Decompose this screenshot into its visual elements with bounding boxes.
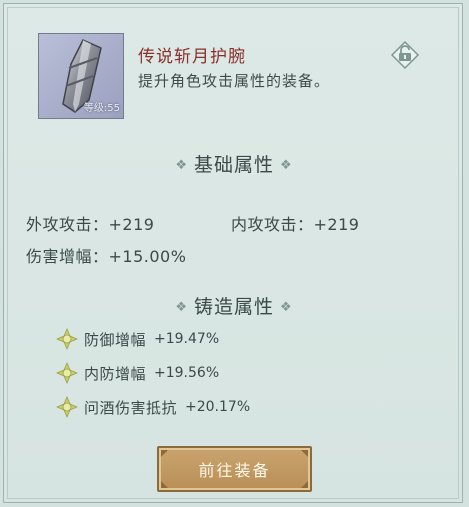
forge-stat-value: +19.47% bbox=[154, 331, 220, 347]
item-name: 传说斩月护腕 bbox=[138, 47, 246, 67]
forge-stat-label: 内防增幅 bbox=[84, 364, 147, 383]
basic-attributes-title: ❖ 基础属性 ❖ bbox=[175, 154, 293, 176]
item-description: 提升角色攻击属性的装备。 bbox=[138, 72, 331, 90]
diamond-ornament-icon: ❖ bbox=[175, 158, 188, 173]
forge-stat-label: 问酒伤害抵抗 bbox=[84, 398, 178, 417]
corner-ornament-icon bbox=[161, 481, 168, 488]
forge-stat-value: +20.17% bbox=[185, 399, 251, 415]
item-tooltip-panel: 等级:55 传说斩月护腕 提升角色攻击属性的装备。 ❖ 基础属性 ❖ 外攻攻击：+2… bbox=[3, 3, 463, 503]
forge-stat-label: 防御增幅 bbox=[84, 330, 147, 349]
forge-stat-row: 问酒伤害抵抗 +20.17% bbox=[56, 395, 250, 419]
forge-stat-row: 防御增幅 +19.47% bbox=[56, 327, 219, 351]
flower-ornament-icon bbox=[56, 328, 78, 350]
forge-stat-row: 内防增幅 +19.56% bbox=[56, 361, 219, 385]
item-thumbnail: 等级:55 bbox=[38, 33, 124, 119]
corner-ornament-icon bbox=[161, 450, 168, 457]
go-equip-label: 前往装备 bbox=[198, 461, 271, 480]
diamond-ornament-icon: ❖ bbox=[280, 158, 293, 173]
flower-ornament-icon bbox=[56, 396, 78, 418]
inner-attack-stat: 内攻攻击：+219 bbox=[231, 215, 360, 234]
flower-ornament-icon bbox=[56, 362, 78, 384]
diamond-ornament-icon: ❖ bbox=[175, 300, 188, 315]
corner-ornament-icon bbox=[301, 450, 308, 457]
go-equip-button[interactable]: 前往装备 bbox=[157, 446, 312, 492]
corner-ornament-icon bbox=[301, 481, 308, 488]
forge-stat-value: +19.56% bbox=[154, 365, 220, 381]
diamond-ornament-icon: ❖ bbox=[280, 300, 293, 315]
damage-boost-stat: 伤害增幅：+15.00% bbox=[26, 247, 187, 266]
outer-attack-stat: 外攻攻击：+219 bbox=[26, 215, 155, 234]
lock-icon[interactable] bbox=[390, 40, 420, 70]
item-level-label: 等级:55 bbox=[83, 103, 120, 114]
forge-attributes-title: ❖ 铸造属性 ❖ bbox=[175, 296, 293, 318]
